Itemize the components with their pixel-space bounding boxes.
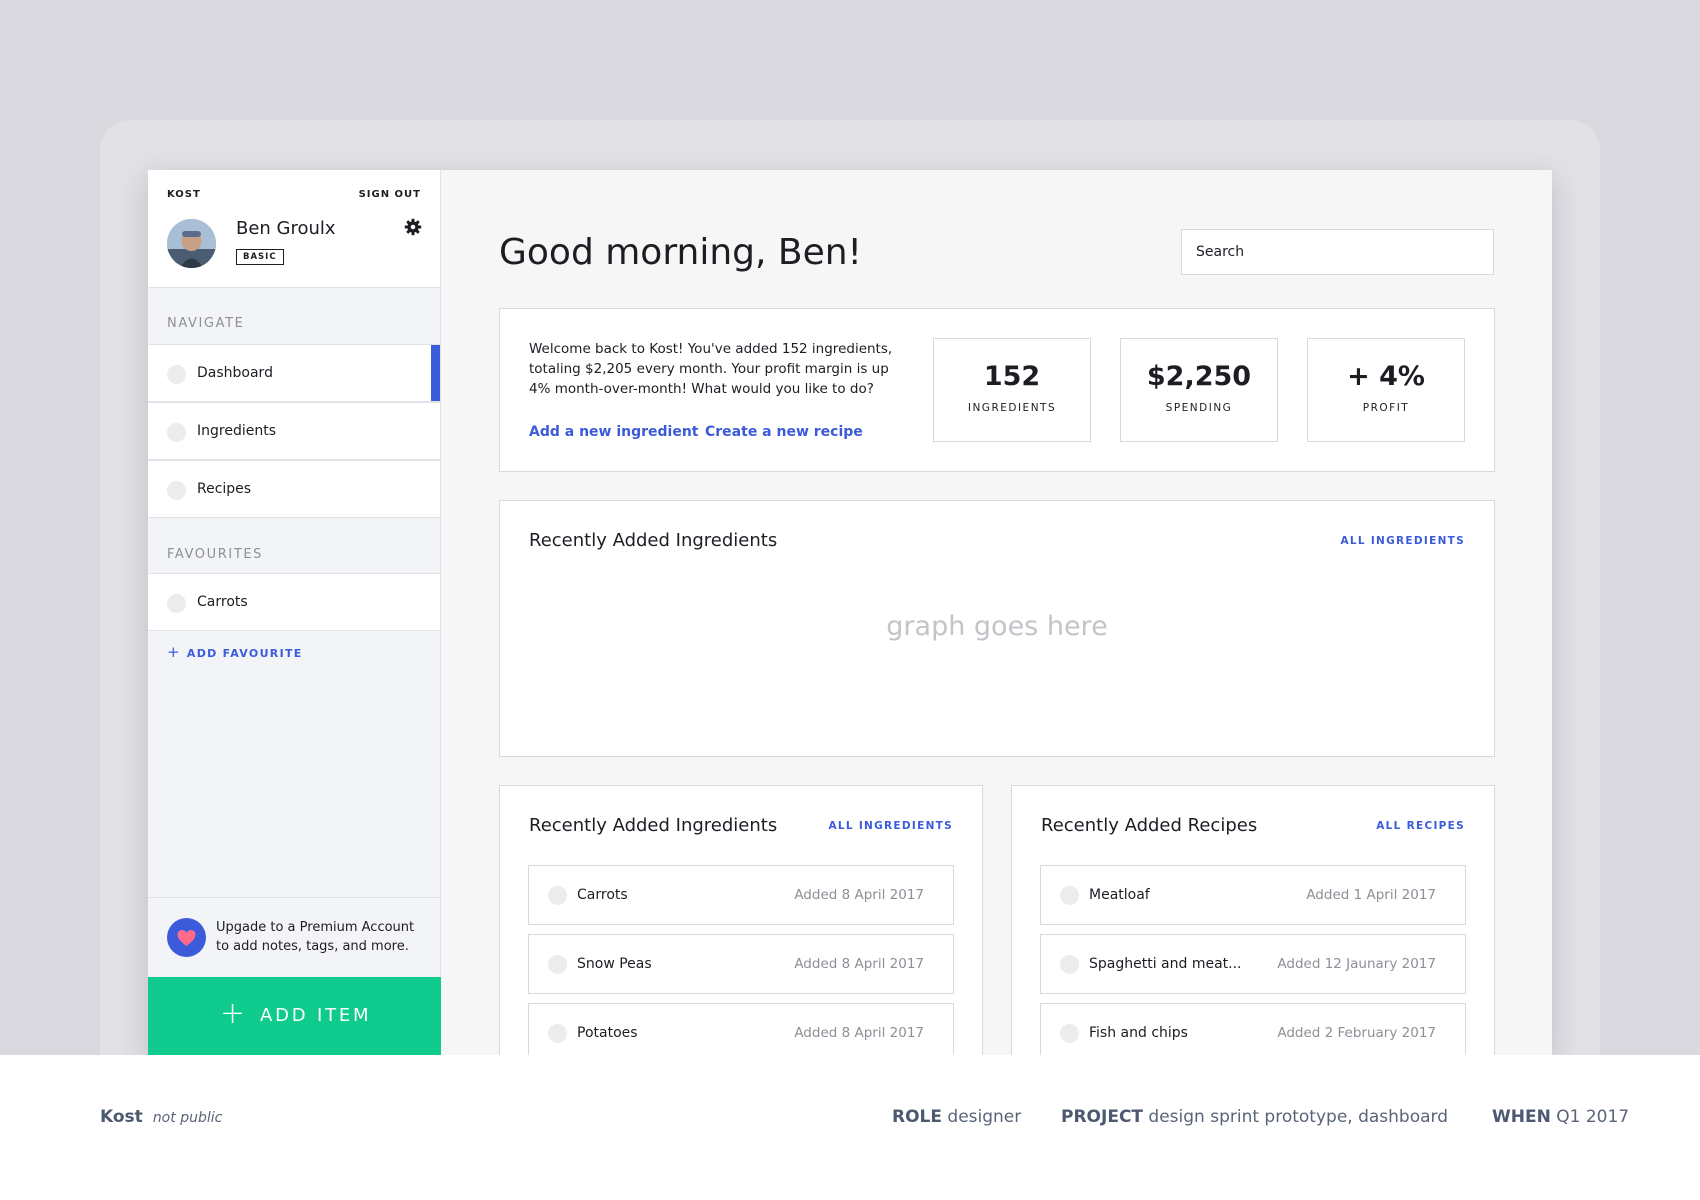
- project-value: design sprint prototype, dashboard: [1148, 1107, 1449, 1127]
- circle-icon: [548, 886, 567, 905]
- favourite-item-carrots[interactable]: Carrots: [148, 573, 440, 631]
- circle-icon: [167, 481, 186, 500]
- footer-project: Kost not public: [100, 1107, 222, 1127]
- welcome-card: Welcome back to Kost! You've added 152 i…: [499, 308, 1495, 472]
- welcome-message: Welcome back to Kost! You've added 152 i…: [529, 341, 893, 397]
- item-name: Carrots: [577, 887, 628, 903]
- item-date: Added 8 April 2017: [794, 887, 924, 903]
- nav-item-ingredients[interactable]: Ingredients: [148, 402, 440, 460]
- visibility-note: not public: [152, 1110, 223, 1126]
- avatar: [167, 219, 216, 268]
- item-date: Added 8 April 2017: [794, 1025, 924, 1041]
- list-item[interactable]: Meatloaf Added 1 April 2017: [1040, 865, 1466, 925]
- active-indicator: [431, 345, 440, 401]
- heart-icon: [167, 918, 206, 957]
- when-value: Q1 2017: [1556, 1107, 1630, 1127]
- stat-value: + 4%: [1347, 361, 1425, 392]
- brand-label: KOST: [167, 189, 201, 200]
- create-recipe-link[interactable]: Create a new recipe: [705, 424, 863, 440]
- user-name: Ben Groulx: [236, 218, 336, 239]
- footer: Kost not public ROLE designer PROJECT des…: [0, 1055, 1700, 1200]
- ingredients-card-title: Recently Added Ingredients: [529, 815, 778, 836]
- item-name: Spaghetti and meat...: [1089, 956, 1242, 972]
- nav-item-label: Recipes: [197, 481, 252, 497]
- graph-card: Recently Added Ingredients ALL INGREDIEN…: [499, 500, 1495, 757]
- nav-item-label: Dashboard: [197, 365, 273, 381]
- sidebar-header: KOST SIGN OUT Ben Groulx BASIC: [148, 170, 440, 288]
- stat-value: $2,250: [1146, 361, 1252, 392]
- favourites-section-label: FAVOURITES: [167, 547, 264, 562]
- circle-icon: [167, 423, 186, 442]
- item-name: Meatloaf: [1089, 887, 1150, 903]
- gear-icon[interactable]: [404, 218, 422, 236]
- role-key: ROLE: [892, 1107, 942, 1127]
- list-item[interactable]: Carrots Added 8 April 2017: [528, 865, 954, 925]
- navigate-section-label: NAVIGATE: [167, 316, 245, 331]
- list-item[interactable]: Snow Peas Added 8 April 2017: [528, 934, 954, 994]
- plus-icon: +: [167, 643, 181, 661]
- sidebar: KOST SIGN OUT Ben Groulx BASIC NAVIGATE …: [148, 170, 441, 1055]
- favourite-item-label: Carrots: [197, 594, 248, 610]
- nav-item-recipes[interactable]: Recipes: [148, 460, 440, 518]
- recipes-card-title: Recently Added Recipes: [1041, 815, 1258, 836]
- search-input[interactable]: [1181, 229, 1494, 275]
- add-favourite-link[interactable]: + ADD FAVOURITE: [167, 643, 303, 661]
- plan-badge: BASIC: [236, 249, 284, 265]
- item-date: Added 1 April 2017: [1306, 887, 1436, 903]
- page-title: Good morning, Ben!: [499, 232, 862, 273]
- project-name: Kost: [100, 1107, 143, 1127]
- item-name: Snow Peas: [577, 956, 652, 972]
- nav-item-label: Ingredients: [197, 423, 276, 439]
- all-recipes-link[interactable]: ALL RECIPES: [1376, 820, 1465, 832]
- footer-when: WHEN Q1 2017: [1492, 1107, 1629, 1127]
- item-date: Added 12 Jaunary 2017: [1277, 956, 1436, 972]
- app-window: KOST SIGN OUT Ben Groulx BASIC NAVIGATE …: [148, 170, 1552, 1055]
- list-item[interactable]: Spaghetti and meat... Added 12 Jaunary 2…: [1040, 934, 1466, 994]
- circle-icon: [1060, 1024, 1079, 1043]
- all-ingredients-link[interactable]: ALL INGREDIENTS: [1340, 535, 1465, 547]
- circle-icon: [548, 955, 567, 974]
- recipes-card: Recently Added Recipes ALL RECIPES Meatl…: [1011, 785, 1495, 1055]
- all-ingredients-link[interactable]: ALL INGREDIENTS: [828, 820, 953, 832]
- add-favourite-label: ADD FAVOURITE: [186, 647, 303, 660]
- graph-placeholder: graph goes here: [886, 611, 1108, 642]
- circle-icon: [167, 594, 186, 613]
- circle-icon: [1060, 955, 1079, 974]
- stat-label: PROFIT: [1362, 402, 1410, 414]
- plus-icon: +: [220, 996, 246, 1031]
- stat-ingredients: 152 INGREDIENTS: [933, 338, 1091, 442]
- circle-icon: [1060, 886, 1079, 905]
- ingredients-card: Recently Added Ingredients ALL INGREDIEN…: [499, 785, 983, 1055]
- stat-profit: + 4% PROFIT: [1307, 338, 1465, 442]
- item-name: Fish and chips: [1089, 1025, 1188, 1041]
- role-value: designer: [947, 1107, 1022, 1127]
- circle-icon: [548, 1024, 567, 1043]
- upgrade-text: Upgade to a Premium Account to add notes…: [216, 920, 415, 954]
- list-item[interactable]: Fish and chips Added 2 February 2017: [1040, 1003, 1466, 1055]
- footer-role: ROLE designer: [892, 1107, 1021, 1127]
- item-date: Added 8 April 2017: [794, 956, 924, 972]
- add-item-button[interactable]: + ADD ITEM: [148, 977, 441, 1055]
- circle-icon: [167, 365, 186, 384]
- list-item[interactable]: Potatoes Added 8 April 2017: [528, 1003, 954, 1055]
- stat-spending: $2,250 SPENDING: [1120, 338, 1278, 442]
- stat-label: INGREDIENTS: [967, 402, 1057, 414]
- stat-value: 152: [983, 361, 1041, 392]
- project-key: PROJECT: [1061, 1107, 1144, 1127]
- nav-item-dashboard[interactable]: Dashboard: [148, 344, 440, 402]
- when-key: WHEN: [1492, 1107, 1551, 1127]
- add-ingredient-link[interactable]: Add a new ingredient: [529, 424, 699, 440]
- upgrade-banner[interactable]: Upgade to a Premium Account to add notes…: [148, 897, 440, 977]
- graph-card-title: Recently Added Ingredients: [529, 530, 778, 551]
- sign-out-link[interactable]: SIGN OUT: [359, 189, 421, 200]
- item-name: Potatoes: [577, 1025, 638, 1041]
- stat-label: SPENDING: [1165, 402, 1233, 414]
- item-date: Added 2 February 2017: [1277, 1025, 1436, 1041]
- add-item-label: ADD ITEM: [260, 1005, 372, 1026]
- footer-project-desc: PROJECT design sprint prototype, dashboa…: [1061, 1107, 1448, 1127]
